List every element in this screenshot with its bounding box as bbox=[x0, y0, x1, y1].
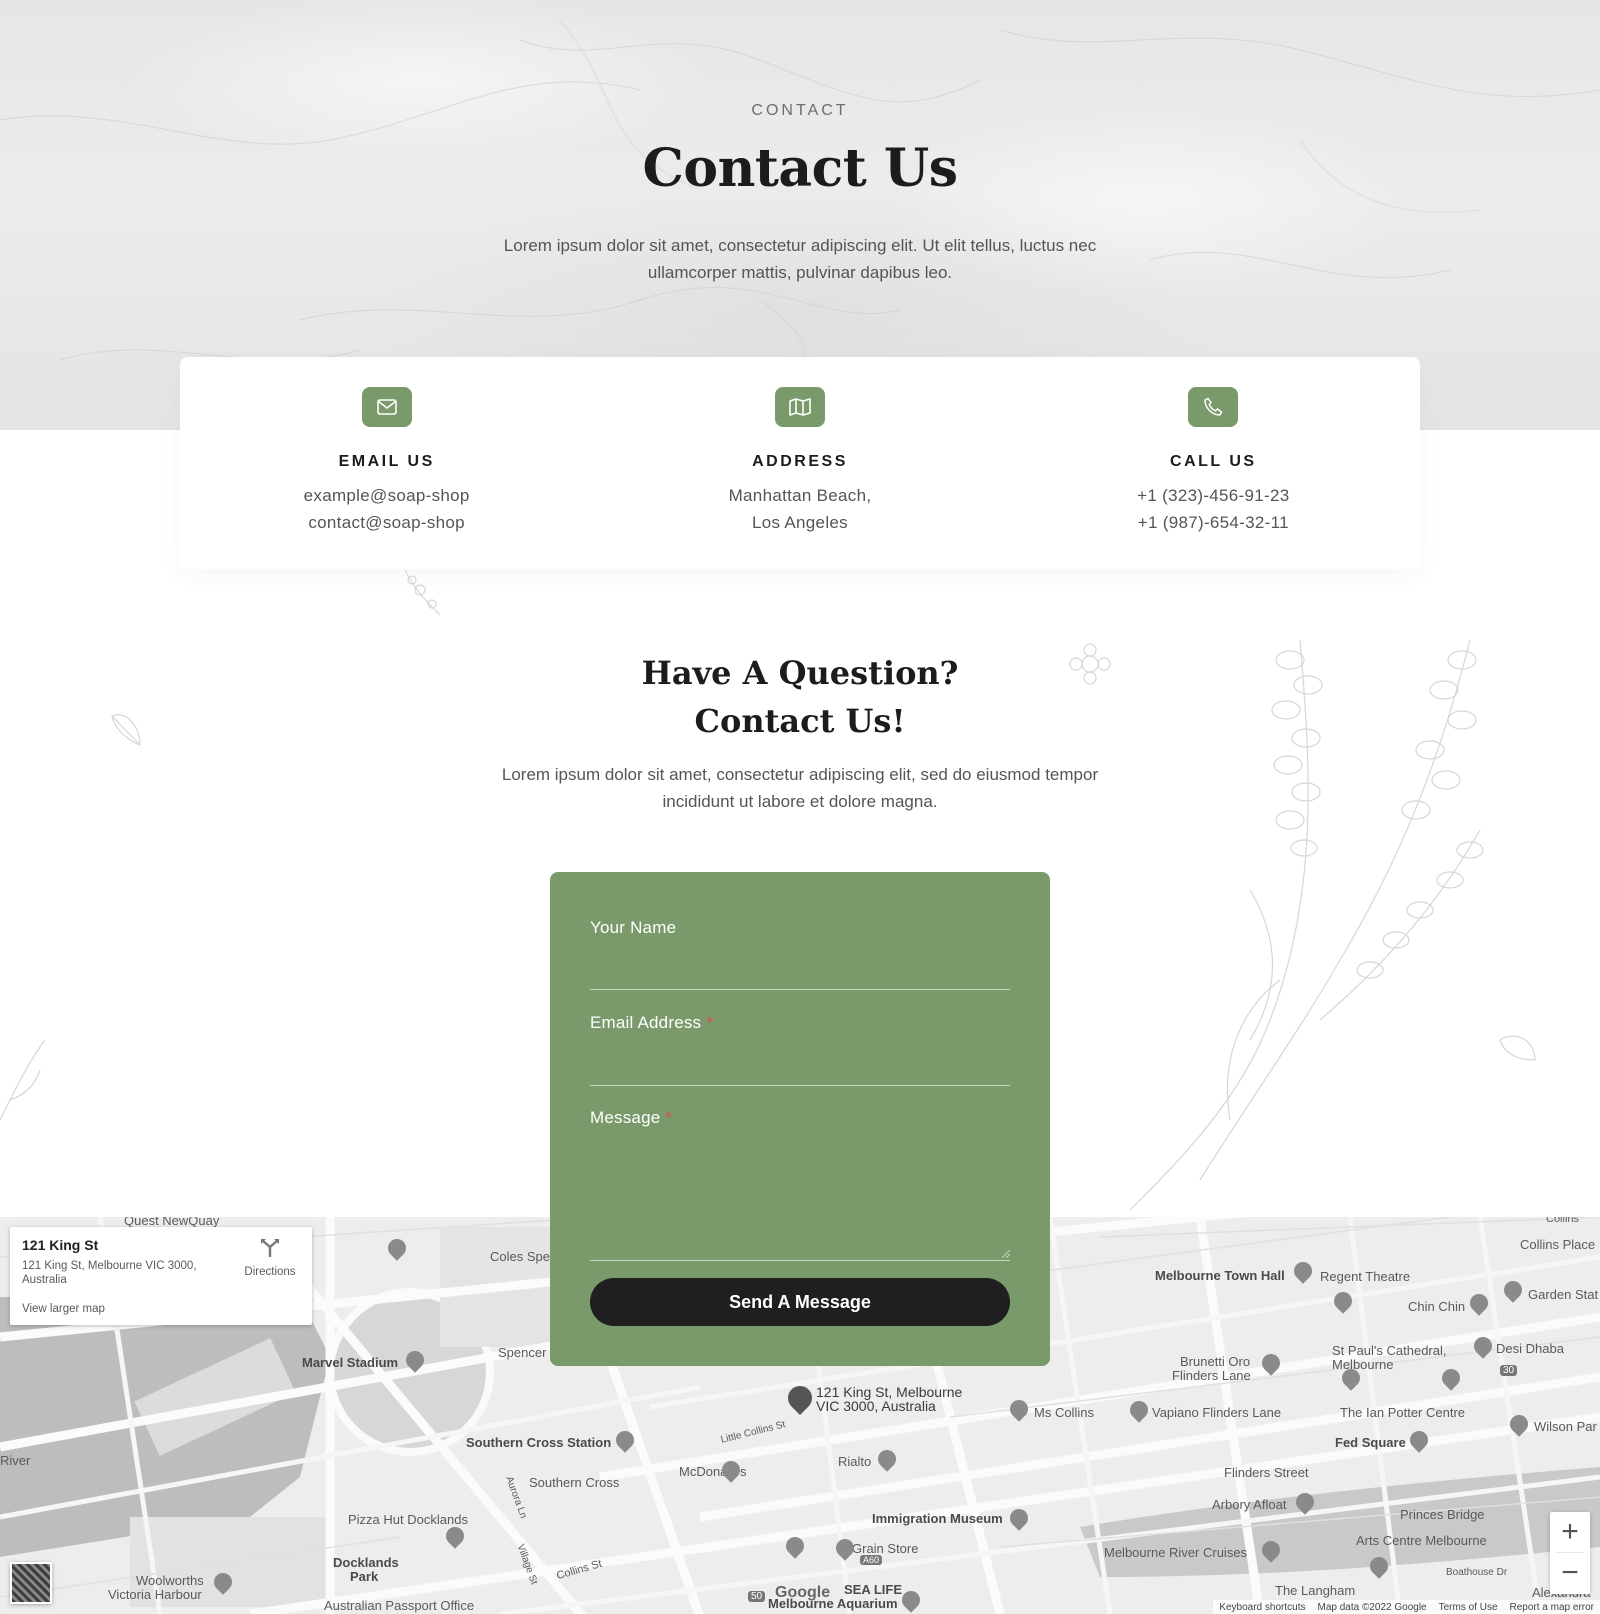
email-label-text: Email Address bbox=[590, 1013, 702, 1032]
directions-button[interactable]: Directions bbox=[238, 1237, 302, 1278]
contact-form: Your Name Email Address * Message * Send… bbox=[550, 872, 1050, 1366]
required-mark: * bbox=[706, 1013, 714, 1032]
message-label-text: Message bbox=[590, 1108, 661, 1127]
directions-icon bbox=[261, 1239, 279, 1257]
question-title-line-2: Contact Us! bbox=[694, 702, 906, 740]
address-line-2: Los Angeles bbox=[752, 513, 848, 532]
map-place-label: Pizza Hut Docklands bbox=[348, 1512, 468, 1527]
email-line-2[interactable]: contact@soap-shop bbox=[180, 513, 593, 533]
map-place-label: Southern Cross bbox=[529, 1475, 620, 1490]
map-place-label: Woolworths bbox=[136, 1573, 204, 1588]
message-underline bbox=[590, 1260, 1010, 1261]
contact-info-card: EMAIL US example@soap-shop contact@soap-… bbox=[180, 357, 1420, 569]
send-message-button[interactable]: Send A Message bbox=[590, 1278, 1010, 1326]
phone-line-2[interactable]: +1 (987)-654-32-11 bbox=[1007, 513, 1420, 533]
address-title: ADDRESS bbox=[752, 453, 848, 470]
map-place-label: Spencer bbox=[498, 1345, 547, 1360]
address-info: ADDRESS Manhattan Beach, Los Angeles bbox=[593, 357, 1006, 569]
map-place-label: SEA LIFE bbox=[844, 1582, 903, 1597]
email-underline bbox=[590, 1085, 1010, 1086]
map-place-label: Brunetti Oro bbox=[1180, 1354, 1251, 1369]
map-place-label: Docklands bbox=[333, 1555, 399, 1570]
map-place-label: Immigration Museum bbox=[872, 1511, 1003, 1526]
name-input[interactable] bbox=[590, 956, 1010, 984]
phone-title: CALL US bbox=[1170, 453, 1257, 470]
email-title: EMAIL US bbox=[338, 453, 435, 470]
map-street-label: Collins bbox=[1546, 1217, 1580, 1225]
map-road-number: 30 bbox=[1500, 1365, 1518, 1376]
name-label: Your Name bbox=[590, 918, 677, 937]
zoom-out-button[interactable]: − bbox=[1550, 1553, 1590, 1593]
map-place-label: Southern Cross Station bbox=[466, 1435, 612, 1450]
map-street-label: Boathouse Dr bbox=[1446, 1567, 1508, 1578]
terms-link[interactable]: Terms of Use bbox=[1439, 1602, 1498, 1613]
map-place-label: River bbox=[0, 1453, 31, 1468]
map-place-label: Collins Place bbox=[1520, 1237, 1596, 1252]
report-error-link[interactable]: Report a map error bbox=[1510, 1602, 1594, 1613]
map-road-number: A60 bbox=[860, 1555, 883, 1565]
google-logo: Google bbox=[775, 1584, 831, 1601]
map-place-label: Coles Spe bbox=[490, 1249, 550, 1264]
map-place-label: Flinders Lane bbox=[1172, 1368, 1251, 1383]
map-icon bbox=[774, 387, 825, 427]
textarea-resize-icon[interactable] bbox=[1002, 1250, 1010, 1258]
map-place-label: Vapiano Flinders Lane bbox=[1152, 1405, 1282, 1420]
map-place-label: Park bbox=[350, 1569, 379, 1584]
phone-icon bbox=[1188, 387, 1239, 427]
map-place-label: The Ian Potter Centre bbox=[1340, 1405, 1466, 1420]
map-place-label: Flinders Street bbox=[1224, 1465, 1309, 1480]
map-place-label: Desi Dhaba bbox=[1496, 1341, 1564, 1356]
required-mark: * bbox=[665, 1108, 673, 1127]
section-eyebrow: CONTACT bbox=[751, 102, 849, 119]
email-line-1[interactable]: example@soap-shop bbox=[180, 486, 593, 506]
map-place-card: 121 King St 121 King St, Melbourne VIC 3… bbox=[10, 1227, 312, 1325]
message-textarea[interactable] bbox=[590, 1138, 1010, 1256]
map-place-label: The Langham bbox=[1275, 1583, 1356, 1598]
map-place-label: Ms Collins bbox=[1034, 1405, 1094, 1420]
map-place-label: Chin Chin bbox=[1408, 1299, 1466, 1314]
map-place-title: 121 King St bbox=[22, 1237, 99, 1253]
envelope-icon bbox=[361, 387, 412, 427]
map-type-toggle[interactable] bbox=[10, 1562, 52, 1604]
phone-line-1[interactable]: +1 (323)-456-91-23 bbox=[1007, 486, 1420, 506]
address-line-1: Manhattan Beach, bbox=[728, 486, 872, 505]
page-title: Contact Us bbox=[642, 138, 959, 199]
map-place-label: Fed Square bbox=[1335, 1435, 1406, 1450]
map-place-label: Wilson Par bbox=[1534, 1419, 1597, 1434]
map-road-number: 50 bbox=[748, 1591, 766, 1602]
map-place-label: Arbory Afloat bbox=[1212, 1497, 1287, 1512]
phone-info: CALL US +1 (323)-456-91-23 +1 (987)-654-… bbox=[1007, 357, 1420, 569]
view-larger-map-link[interactable]: View larger map bbox=[22, 1303, 105, 1315]
map-place-label: Regent Theatre bbox=[1320, 1269, 1411, 1284]
map-place-label: Marvel Stadium bbox=[302, 1355, 399, 1370]
map-place-label: Melbourne River Cruises bbox=[1104, 1545, 1248, 1560]
map-place-label: Grain Store bbox=[852, 1541, 919, 1556]
question-description: Lorem ipsum dolor sit amet, consectetur … bbox=[501, 765, 1099, 811]
email-info: EMAIL US example@soap-shop contact@soap-… bbox=[180, 357, 593, 569]
email-input[interactable] bbox=[590, 1052, 1010, 1080]
marker-address-line-2: VIC 3000, Australia bbox=[816, 1398, 936, 1414]
map-place-label: Victoria Harbour bbox=[108, 1587, 202, 1602]
map-place-label: St Paul's Cathedral, bbox=[1332, 1343, 1447, 1358]
zoom-control: + − bbox=[1550, 1512, 1590, 1594]
message-label: Message * bbox=[590, 1108, 672, 1128]
map-place-label: Australian Passport Office bbox=[324, 1598, 475, 1613]
keyboard-shortcuts-link[interactable]: Keyboard shortcuts bbox=[1219, 1602, 1305, 1613]
map-place-label: Garden Stat bbox=[1528, 1287, 1599, 1302]
zoom-in-button[interactable]: + bbox=[1550, 1512, 1590, 1552]
name-underline bbox=[590, 989, 1010, 990]
hero-description: Lorem ipsum dolor sit amet, consectetur … bbox=[503, 236, 1097, 282]
question-title-line-1: Have A Question? bbox=[641, 654, 959, 692]
email-label: Email Address * bbox=[590, 1013, 713, 1033]
map-place-label: Melbourne bbox=[1332, 1357, 1394, 1372]
map-footer: Keyboard shortcuts Map data ©2022 Google… bbox=[1213, 1600, 1600, 1614]
map-place-label: Melbourne Town Hall bbox=[1155, 1268, 1285, 1283]
map-place-label: Princes Bridge bbox=[1400, 1507, 1485, 1522]
map-place-address: 121 King St, Melbourne VIC 3000, Austral… bbox=[22, 1260, 197, 1286]
map-data-attribution: Map data ©2022 Google bbox=[1317, 1601, 1427, 1613]
directions-label: Directions bbox=[244, 1266, 296, 1278]
map-place-label: Rialto bbox=[838, 1454, 872, 1469]
marker-address-line-1: 121 King St, Melbourne bbox=[816, 1384, 963, 1400]
map-place-label: Arts Centre Melbourne bbox=[1356, 1533, 1487, 1548]
